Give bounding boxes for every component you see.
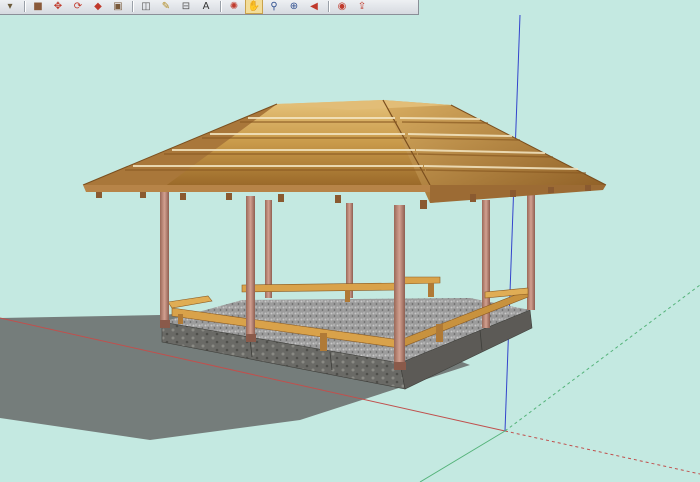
post-base — [160, 320, 170, 328]
toolbar-separator — [328, 1, 330, 12]
toolbar-separator — [220, 1, 222, 12]
blue-axis — [504, 15, 521, 432]
zoom-extents-icon[interactable]: ⊕ — [286, 0, 302, 13]
model-scene[interactable] — [0, 15, 700, 482]
previous-view-icon[interactable]: ◀ — [306, 0, 322, 13]
post — [160, 192, 169, 322]
zoom-icon[interactable]: ⚲ — [266, 0, 282, 13]
push-pull-icon[interactable]: ■ — [30, 0, 46, 13]
main-toolbar: ▾ ■ ✥ ⟳ ◆ ▣ ◫ ✎ ⊟ A ✺ ✋ ⚲ ⊕ ◀ ◉ ⇪ — [0, 0, 419, 15]
bench-leg — [345, 290, 350, 302]
roof-eave — [83, 185, 430, 192]
red-axis-negative — [504, 430, 700, 475]
follow-me-icon[interactable]: ◆ — [90, 0, 106, 13]
share-model-icon[interactable]: ⇪ — [354, 0, 370, 13]
pan-icon[interactable]: ✋ — [245, 0, 263, 14]
roof-eave — [430, 185, 606, 203]
dimension-icon[interactable]: ⊟ — [178, 0, 194, 13]
post — [265, 200, 272, 298]
green-axis-negative — [419, 430, 506, 482]
bench-leg — [436, 324, 443, 342]
tape-measure-icon[interactable]: ✎ — [158, 0, 174, 13]
3d-viewport[interactable] — [0, 15, 700, 482]
rotate-icon[interactable]: ⟳ — [70, 0, 86, 13]
text-icon[interactable]: A — [198, 0, 214, 13]
paint-bucket-icon[interactable]: ▾ — [2, 0, 18, 13]
orbit-icon[interactable]: ✺ — [226, 0, 242, 13]
bench — [167, 295, 213, 309]
get-models-icon[interactable]: ◉ — [334, 0, 350, 13]
post — [394, 205, 405, 367]
offset-icon[interactable]: ◫ — [138, 0, 154, 13]
bench — [399, 276, 441, 285]
post — [246, 196, 255, 337]
toolbar-separator — [132, 1, 134, 12]
move-icon[interactable]: ✥ — [50, 0, 66, 13]
post-base — [394, 362, 406, 370]
bench-leg — [320, 333, 327, 351]
post-base — [246, 334, 256, 342]
bench-leg — [428, 283, 434, 297]
scale-icon[interactable]: ▣ — [110, 0, 126, 13]
toolbar-separator — [24, 1, 26, 12]
bench-leg — [178, 314, 183, 324]
